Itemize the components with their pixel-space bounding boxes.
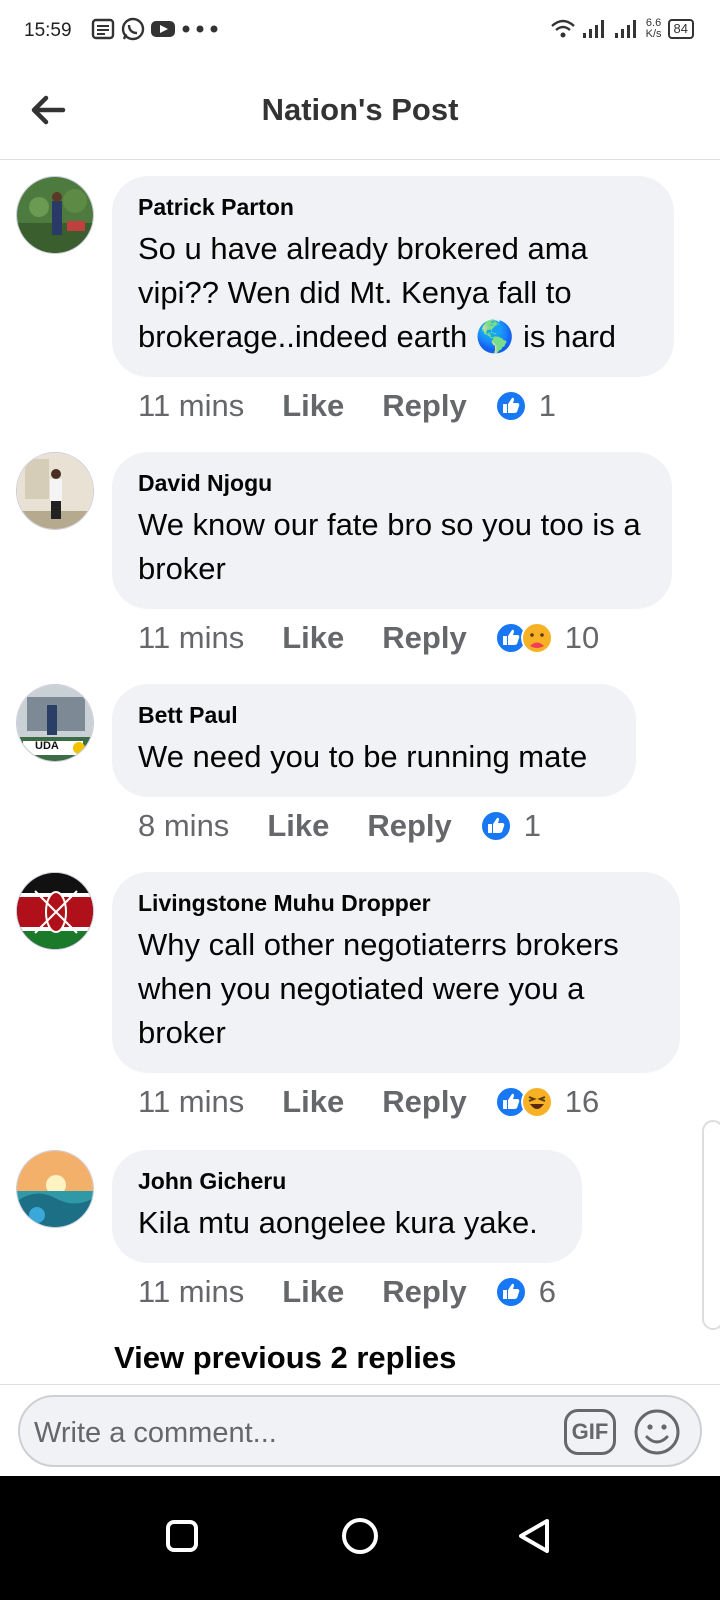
reply-button[interactable]: Reply (382, 388, 466, 424)
reaction-summary[interactable]: 16 (494, 1084, 600, 1120)
status-time: 15:59 (24, 20, 72, 41)
comment-bubble: Livingstone Muhu Dropper Why call other … (112, 872, 680, 1073)
reaction-summary[interactable]: 6 (494, 1274, 556, 1310)
back-nav-button[interactable] (502, 1504, 566, 1568)
comment-actions: 11 mins Like Reply 16 (138, 1084, 599, 1120)
avatar[interactable]: UDA (16, 684, 94, 762)
system-navigation-bar (0, 1476, 720, 1600)
reaction-count: 1 (523, 808, 542, 843)
comment-text: Why call other negotiaterrs brokers when… (138, 927, 619, 1050)
comment-actions: 11 mins Like Reply 1 (138, 388, 556, 424)
comment-text: We need you to be running mate (138, 739, 588, 774)
reply-button[interactable]: Reply (382, 620, 466, 656)
comment-time[interactable]: 11 mins (138, 388, 244, 424)
wifi-icon (550, 19, 575, 38)
signal-2-icon (614, 20, 636, 38)
like-reaction-icon (494, 1276, 527, 1308)
reaction-count: 1 (538, 388, 556, 423)
news-icon (91, 18, 115, 40)
status-system-icons: 6.6 K/s 84 (550, 18, 694, 40)
like-reaction-icon (479, 810, 512, 842)
circle-icon (342, 1518, 378, 1554)
app-header: Nation's Post (0, 64, 720, 160)
triangle-back-icon (519, 1519, 549, 1553)
reaction-summary[interactable]: 1 (494, 388, 556, 424)
avatar[interactable] (16, 1150, 94, 1228)
view-previous-replies-link[interactable]: View previous 2 replies (114, 1340, 456, 1376)
reaction-count: 10 (564, 620, 600, 655)
care-reaction-icon (520, 622, 553, 654)
net-speed: 6.6 K/s (645, 17, 662, 40)
like-button[interactable]: Like (282, 1274, 344, 1310)
status-notification-icons (90, 16, 220, 42)
smiley-icon[interactable] (632, 1407, 682, 1457)
comment-text: So u have already brokered ama vipi?? We… (138, 231, 617, 354)
avatar[interactable] (16, 452, 94, 530)
comment-author[interactable]: David Njogu (138, 470, 646, 497)
comment-bubble: David Njogu We know our fate bro so you … (112, 452, 672, 609)
comment-time[interactable]: 11 mins (138, 1274, 244, 1310)
reaction-summary[interactable]: 10 (494, 620, 600, 656)
comment-text: We know our fate bro so you too is a bro… (138, 507, 641, 586)
scroll-handle[interactable] (702, 1120, 720, 1330)
avatar-badge-text: UDA (35, 740, 59, 752)
comment-bubble: Patrick Parton So u have already brokere… (112, 176, 674, 377)
reply-button[interactable]: Reply (367, 808, 451, 844)
youtube-icon (151, 21, 175, 37)
reaction-summary[interactable]: 1 (479, 808, 542, 844)
comment-time[interactable]: 11 mins (138, 620, 244, 656)
page-title: Nation's Post (261, 92, 459, 127)
comment-input-placeholder: Write a comment... (34, 1417, 277, 1449)
haha-reaction-icon (520, 1086, 553, 1118)
like-button[interactable]: Like (282, 388, 344, 424)
comment-composer-bar: Write a comment... GIF (0, 1384, 720, 1476)
comment-input[interactable]: Write a comment... GIF (18, 1395, 702, 1467)
comment-author[interactable]: John Gicheru (138, 1168, 556, 1195)
signal-icon (582, 20, 604, 38)
comment-bubble: Bett Paul We need you to be running mate (112, 684, 636, 797)
comment-actions: 11 mins Like Reply 6 (138, 1274, 556, 1310)
reaction-count: 16 (564, 1084, 600, 1119)
status-bar: 15:59 6.6 K/s 84 (0, 0, 720, 64)
comment-bubble: John Gicheru Kila mtu aongelee kura yake… (112, 1150, 582, 1263)
comment-author[interactable]: Livingstone Muhu Dropper (138, 890, 654, 917)
comment-author[interactable]: Bett Paul (138, 702, 610, 729)
reply-button[interactable]: Reply (382, 1084, 466, 1120)
whatsapp-icon (121, 17, 145, 41)
square-icon (166, 1520, 198, 1552)
comment-actions: 11 mins Like Reply 10 (138, 620, 599, 656)
like-button[interactable]: Like (282, 1084, 344, 1120)
avatar[interactable] (16, 872, 94, 950)
recents-button[interactable] (150, 1504, 214, 1568)
more-dots-icon (182, 25, 218, 33)
avatar[interactable] (16, 176, 94, 254)
like-button[interactable]: Like (267, 808, 329, 844)
like-reaction-icon (494, 390, 527, 422)
gif-button[interactable]: GIF (564, 1409, 616, 1455)
comment-actions: 8 mins Like Reply 1 (138, 808, 541, 844)
like-button[interactable]: Like (282, 620, 344, 656)
reaction-count: 6 (538, 1274, 556, 1309)
comment-time[interactable]: 8 mins (138, 808, 229, 844)
comment-text: Kila mtu aongelee kura yake. (138, 1205, 538, 1240)
battery-indicator: 84 (667, 19, 694, 39)
comment-time[interactable]: 11 mins (138, 1084, 244, 1120)
reply-button[interactable]: Reply (382, 1274, 466, 1310)
home-button[interactable] (328, 1504, 392, 1568)
comment-author[interactable]: Patrick Parton (138, 194, 648, 221)
